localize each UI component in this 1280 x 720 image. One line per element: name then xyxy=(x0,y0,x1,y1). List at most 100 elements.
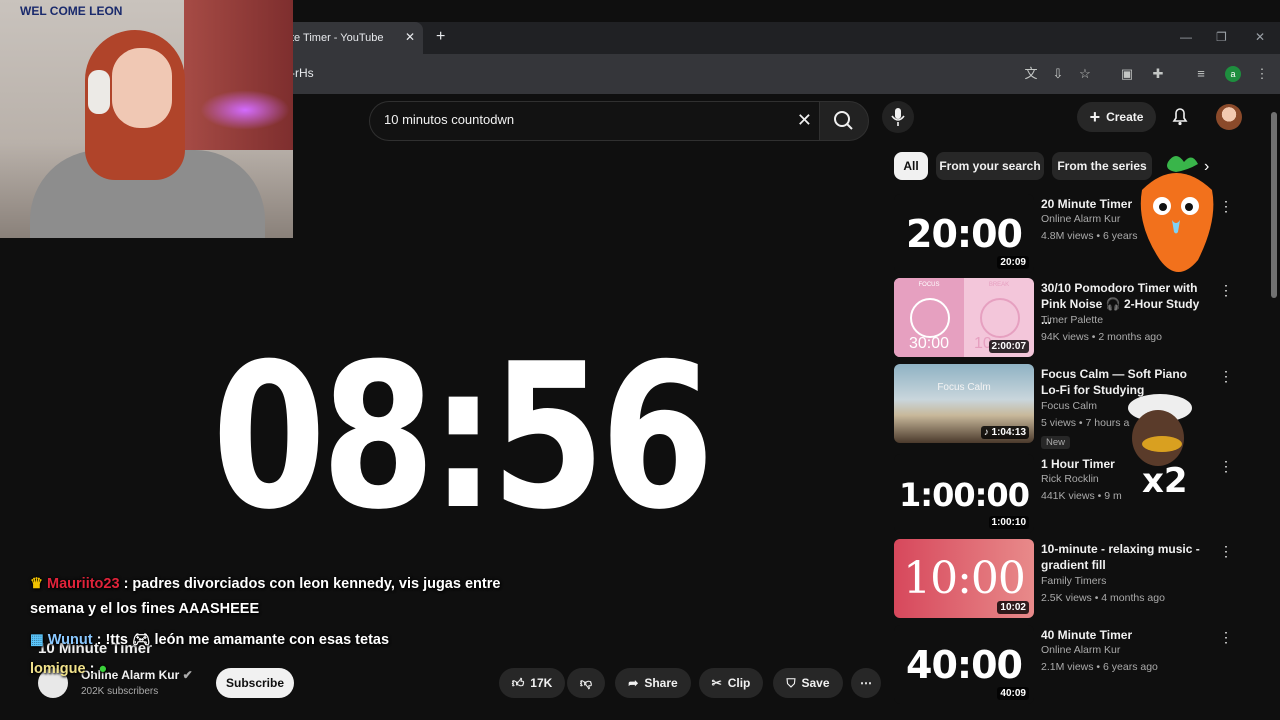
puzzle-icon[interactable]: ✚ xyxy=(1149,65,1167,83)
duration-badge: 10:02 xyxy=(997,601,1029,614)
account-avatar[interactable] xyxy=(1216,104,1242,130)
search-input[interactable]: 10 minutos countodwn xyxy=(384,112,514,127)
channel-name[interactable]: Rick Rocklin xyxy=(1041,473,1099,485)
new-tab-button[interactable]: + xyxy=(436,28,445,46)
duration-badge: 40:09 xyxy=(997,687,1029,700)
bookmark-icon: ⛉ xyxy=(786,675,796,690)
chat-text: : xyxy=(89,661,95,677)
video-meta: 2.1M views • 6 years ago xyxy=(1041,661,1158,673)
thumbs-down-icon: 👎︎ xyxy=(579,675,593,690)
browser-tab[interactable]: te Timer - YouTube ✕ xyxy=(283,22,423,54)
chat-message-continued: semana y el los fines AAASHEEE xyxy=(30,601,260,617)
chat-username: Wunut xyxy=(47,632,93,648)
duration-badge: 20:09 xyxy=(997,256,1029,269)
chip-from-your-search[interactable]: From your search xyxy=(936,152,1044,180)
close-window-icon[interactable]: ✕ xyxy=(1255,30,1265,44)
badge-icon: ▦ xyxy=(30,632,44,648)
chat-username: Mauriito23 xyxy=(47,576,120,592)
share-label: Share xyxy=(644,676,678,690)
search-button[interactable] xyxy=(819,101,869,141)
chat-message: ▦ Wunut : !tts 🎮︎ león me amamante con e… xyxy=(30,631,389,648)
save-label: Save xyxy=(801,676,830,690)
chat-message: ♛ Mauriito23 : padres divorciados con le… xyxy=(30,576,500,592)
more-horizontal-icon: ⋯ xyxy=(860,676,872,690)
clear-search-icon[interactable]: ✕ xyxy=(797,110,812,131)
chat-text: : padres divorciados con leon kennedy, v… xyxy=(123,576,501,592)
share-button[interactable]: ➦ Share xyxy=(615,668,691,698)
clip-button[interactable]: ✂ Clip xyxy=(699,668,763,698)
slime-emote-icon: ● xyxy=(98,661,108,677)
video-thumbnail[interactable]: 1:00:00 1:00:10 xyxy=(894,454,1034,533)
extension-icon[interactable]: ▣ xyxy=(1118,65,1136,83)
profile-icon[interactable]: a xyxy=(1225,66,1241,82)
duration-badge: ♪ 1:04:13 xyxy=(980,426,1029,439)
more-options-icon[interactable]: ⋮ xyxy=(1219,629,1233,646)
chat-username: lomigue xyxy=(30,661,86,677)
more-actions-button[interactable]: ⋯ xyxy=(851,668,881,698)
notifications-bell-icon[interactable] xyxy=(1168,104,1192,128)
video-meta: 4.8M views • 6 years xyxy=(1041,230,1138,242)
chat-message: lomigue : ● xyxy=(30,661,107,677)
countdown-display: 08:56 xyxy=(212,321,714,554)
translate-icon[interactable]: 文 xyxy=(1022,65,1040,83)
video-title[interactable]: 10-minute - relaxing music - gradient fi… xyxy=(1041,541,1206,573)
more-options-icon[interactable]: ⋮ xyxy=(1219,543,1233,560)
video-thumbnail[interactable]: FOCUS BREAK 30:00 10 2:00:07 xyxy=(894,278,1034,357)
new-badge: New xyxy=(1041,436,1071,449)
more-options-icon[interactable]: ⋮ xyxy=(1219,282,1233,299)
chat-text: : !tts xyxy=(96,632,129,648)
video-title[interactable]: 40 Minute Timer xyxy=(1041,627,1206,643)
more-options-icon[interactable]: ⋮ xyxy=(1219,458,1233,475)
crown-icon: ♛ xyxy=(30,576,43,592)
minimize-icon[interactable]: — xyxy=(1180,30,1192,44)
verified-icon: ✔ xyxy=(182,668,193,682)
subscribe-button[interactable]: Subscribe xyxy=(216,668,294,698)
channel-name[interactable]: Online Alarm Kur xyxy=(1041,213,1120,225)
video-thumbnail[interactable]: 40:00 40:09 xyxy=(894,625,1034,704)
scissors-icon: ✂ xyxy=(711,676,722,690)
break-label: BREAK xyxy=(988,282,1010,288)
thumbnail-text: 10:00 xyxy=(903,553,1026,604)
search-icon xyxy=(834,111,853,130)
channel-name[interactable]: Family Timers xyxy=(1041,575,1106,587)
media-icon[interactable]: ≡ xyxy=(1192,65,1210,83)
more-options-icon[interactable]: ⋮ xyxy=(1219,368,1233,385)
search-box[interactable]: 10 minutos countodwn ✕ xyxy=(369,101,820,141)
headset-icon xyxy=(88,70,110,114)
menu-icon[interactable]: ⋮ xyxy=(1253,65,1271,83)
channel-name[interactable]: Focus Calm xyxy=(1041,400,1097,412)
bookmark-star-icon[interactable]: ☆ xyxy=(1076,65,1094,83)
dislike-button[interactable]: 👎︎ xyxy=(567,668,605,698)
recommendation-item[interactable]: 10:00 10:02 10-minute - relaxing music -… xyxy=(894,539,1234,619)
voice-search-button[interactable] xyxy=(882,101,914,133)
scrollbar-thumb[interactable] xyxy=(1271,112,1277,298)
video-meta: 441K views • 9 m xyxy=(1041,490,1122,502)
emote-icon: 🎮︎ xyxy=(132,632,151,648)
thumbs-up-icon: 👍︎ xyxy=(511,675,525,690)
duck-mascot-icon: x2 xyxy=(1128,394,1192,498)
create-button[interactable]: + Create xyxy=(1077,102,1156,132)
video-thumbnail[interactable]: 20:00 20:09 xyxy=(894,194,1034,273)
create-label: Create xyxy=(1106,110,1144,124)
install-icon[interactable]: ⇩ xyxy=(1049,65,1067,83)
maximize-icon[interactable]: ❐ xyxy=(1216,30,1227,44)
channel-name[interactable]: Online Alarm Kur xyxy=(1041,644,1120,656)
multiplier-text: x2 xyxy=(1142,461,1188,498)
focus-label: FOCUS xyxy=(918,282,940,288)
chip-all[interactable]: All xyxy=(894,152,928,180)
channel-name[interactable]: Timer Palette xyxy=(1041,314,1103,326)
video-meta: 5 views • 7 hours a xyxy=(1041,417,1130,429)
video-thumbnail[interactable]: 10:00 10:02 xyxy=(894,539,1034,618)
plus-icon: + xyxy=(1089,106,1101,127)
save-button[interactable]: ⛉ Save xyxy=(773,668,843,698)
close-tab-icon[interactable]: ✕ xyxy=(405,30,415,44)
webcam-overlay: WEL COME LEON xyxy=(0,0,293,238)
recommendation-item[interactable]: FOCUS BREAK 30:00 10 2:00:07 30/10 Pomod… xyxy=(894,278,1234,358)
like-count: 17K xyxy=(530,676,553,690)
video-meta: 94K views • 2 months ago xyxy=(1041,331,1162,343)
like-button[interactable]: 👍︎ 17K xyxy=(499,668,565,698)
video-thumbnail[interactable]: Focus Calm ♪ 1:04:13 xyxy=(894,364,1034,443)
streamer-face xyxy=(112,48,172,128)
webcam-light xyxy=(200,90,290,130)
recommendation-item[interactable]: 40:00 40:09 40 Minute Timer Online Alarm… xyxy=(894,625,1234,705)
